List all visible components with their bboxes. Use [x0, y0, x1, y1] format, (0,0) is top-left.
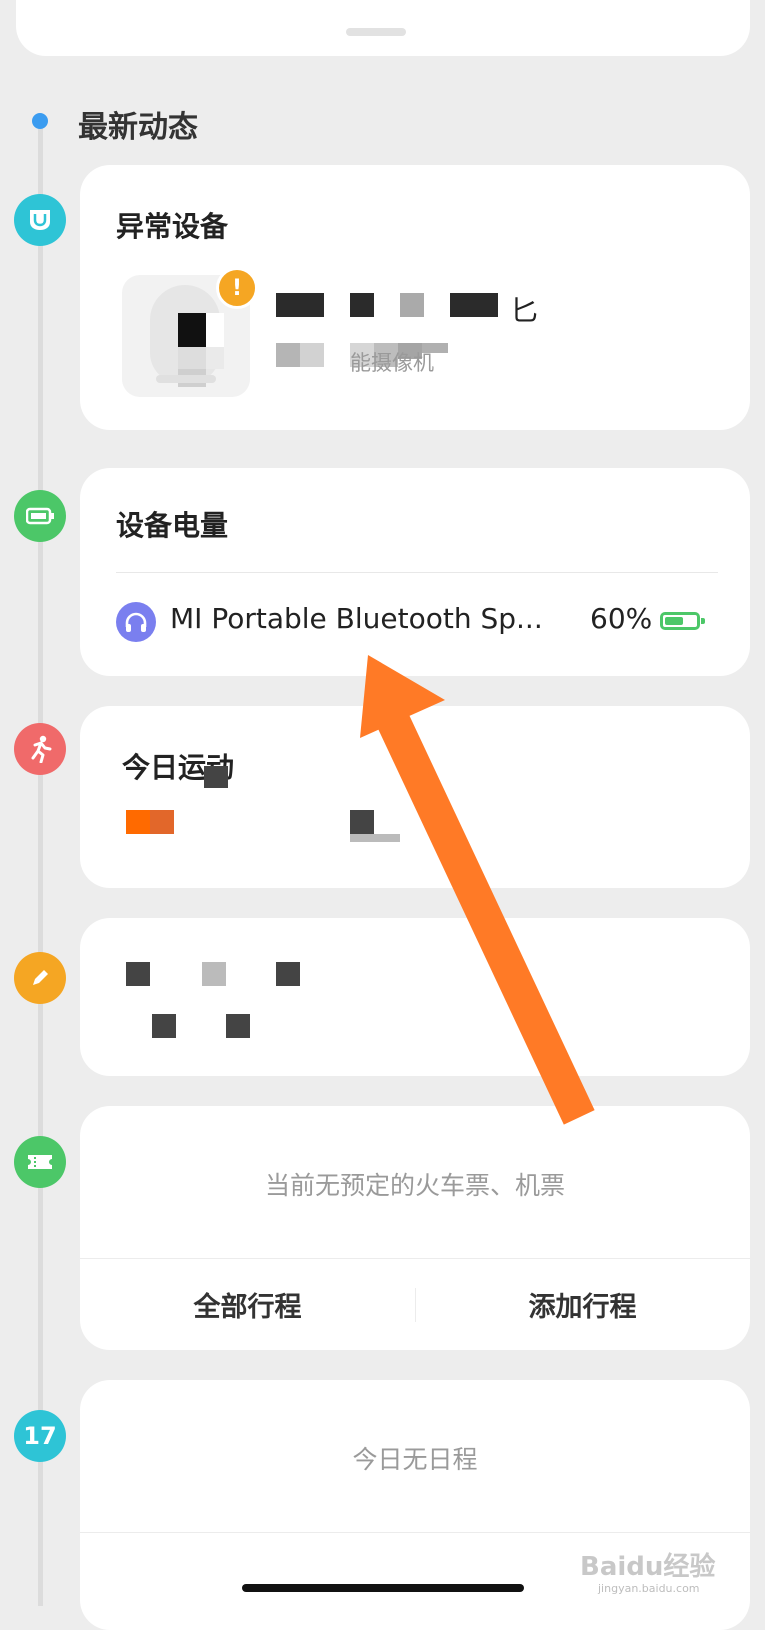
annotation-arrow	[360, 655, 595, 1125]
baidu-watermark: Baidu经验	[580, 1552, 716, 1582]
watermark-url: jingyan.baidu.com	[598, 1582, 700, 1595]
home-indicator[interactable]	[242, 1584, 524, 1592]
